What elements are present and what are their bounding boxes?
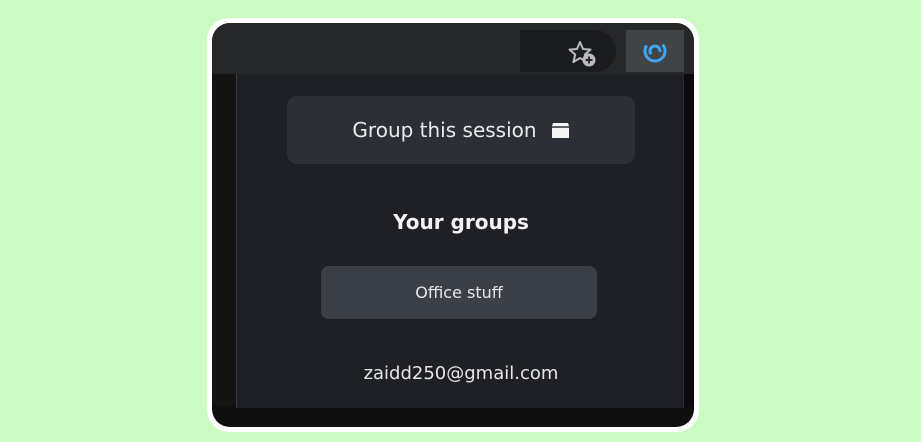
extension-popup: Group this session Your groups Office st… bbox=[236, 74, 684, 408]
your-groups-heading: Your groups bbox=[393, 210, 529, 234]
group-item-label: Office stuff bbox=[415, 283, 503, 302]
account-email: zaidd250@gmail.com bbox=[363, 363, 559, 384]
group-item-office-stuff[interactable]: Office stuff bbox=[321, 266, 597, 319]
group-session-label: Group this session bbox=[352, 118, 537, 142]
page-content-left bbox=[212, 74, 236, 406]
browser-toolbar bbox=[212, 23, 694, 74]
box-icon bbox=[551, 122, 569, 138]
star-add-icon bbox=[568, 41, 596, 67]
group-session-button[interactable]: Group this session bbox=[287, 96, 635, 164]
extension-button[interactable] bbox=[626, 30, 684, 72]
swirl-extension-icon bbox=[643, 39, 667, 63]
page-content-right bbox=[684, 74, 694, 406]
bookmark-button[interactable] bbox=[564, 35, 600, 71]
